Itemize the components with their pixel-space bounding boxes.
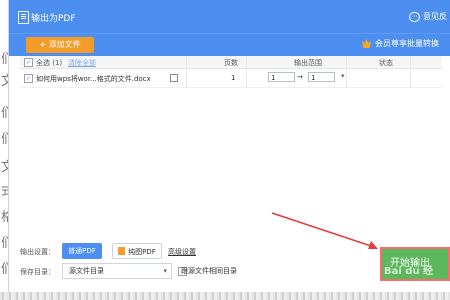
image-pdf-button[interactable]: 纯图PDF [112,243,162,259]
clear-all-link[interactable]: 清除全部 [68,58,96,68]
column-header-status: 状态 [379,59,393,67]
vip-crown-icon [362,39,371,48]
file-table-header: ✓ 全选 (1) 清除全部 页数 输出范围 状态 [20,56,442,69]
directory-value: 源文件目录 [69,267,104,275]
range-from-input[interactable]: 1 [268,72,295,82]
select-all-label: 全选 (1) [36,59,63,67]
vip-batch-promo[interactable]: 会员尊享批量转换 [362,38,439,49]
table-row[interactable]: ✓ 如何用wps将wor...格式的文件.docx 1 1 → 1 ▾ [20,69,442,88]
chevron-down-icon: ▾ [163,267,167,275]
select-all-checkbox[interactable]: ✓ [24,58,33,67]
same-dir-label: 跟源文件相同目录 [181,267,237,275]
normal-pdf-button[interactable]: 普通PDF [62,243,102,259]
range-to-input[interactable]: 1 [308,72,335,82]
red-arrow-annotation [271,212,378,249]
title-bar: 输出为PDF ⋯ 意见反 [9,0,450,33]
feedback-icon: ⋯ [409,11,420,22]
image-pdf-label: 纯图PDF [128,248,156,256]
range-arrow-icon: → [297,73,303,81]
add-file-button[interactable]: + 添加文件 [26,37,94,53]
chevron-down-icon[interactable]: ▾ [341,72,345,80]
output-settings-label: 输出设置： [20,248,55,256]
vip-promo-label: 会员尊享批量转换 [375,39,439,48]
toolbar: + 添加文件 会员尊享批量转换 [9,33,450,56]
directory-select[interactable]: 源文件目录 ▾ [62,263,172,279]
pdf-doc-icon [18,11,29,24]
feedback-button[interactable]: ⋯ 意见反 [409,11,447,22]
advanced-settings-link[interactable]: 高级设置 [168,247,196,257]
column-header-pages: 页数 [224,59,238,67]
baidu-watermark: Bai du 经 [384,266,434,277]
dialog-title: 输出为PDF [31,14,76,24]
feedback-label: 意见反 [423,12,447,21]
page-count: 1 [231,74,236,82]
edit-icon[interactable] [170,74,178,82]
save-directory-label: 保存目录： [20,268,55,276]
column-header-range: 输出范围 [294,59,322,67]
file-name: 如何用wps将wor...格式的文件.docx [36,75,151,83]
image-pdf-icon [118,247,126,255]
background-document-edge [0,292,450,300]
row-checkbox[interactable]: ✓ [24,74,33,83]
